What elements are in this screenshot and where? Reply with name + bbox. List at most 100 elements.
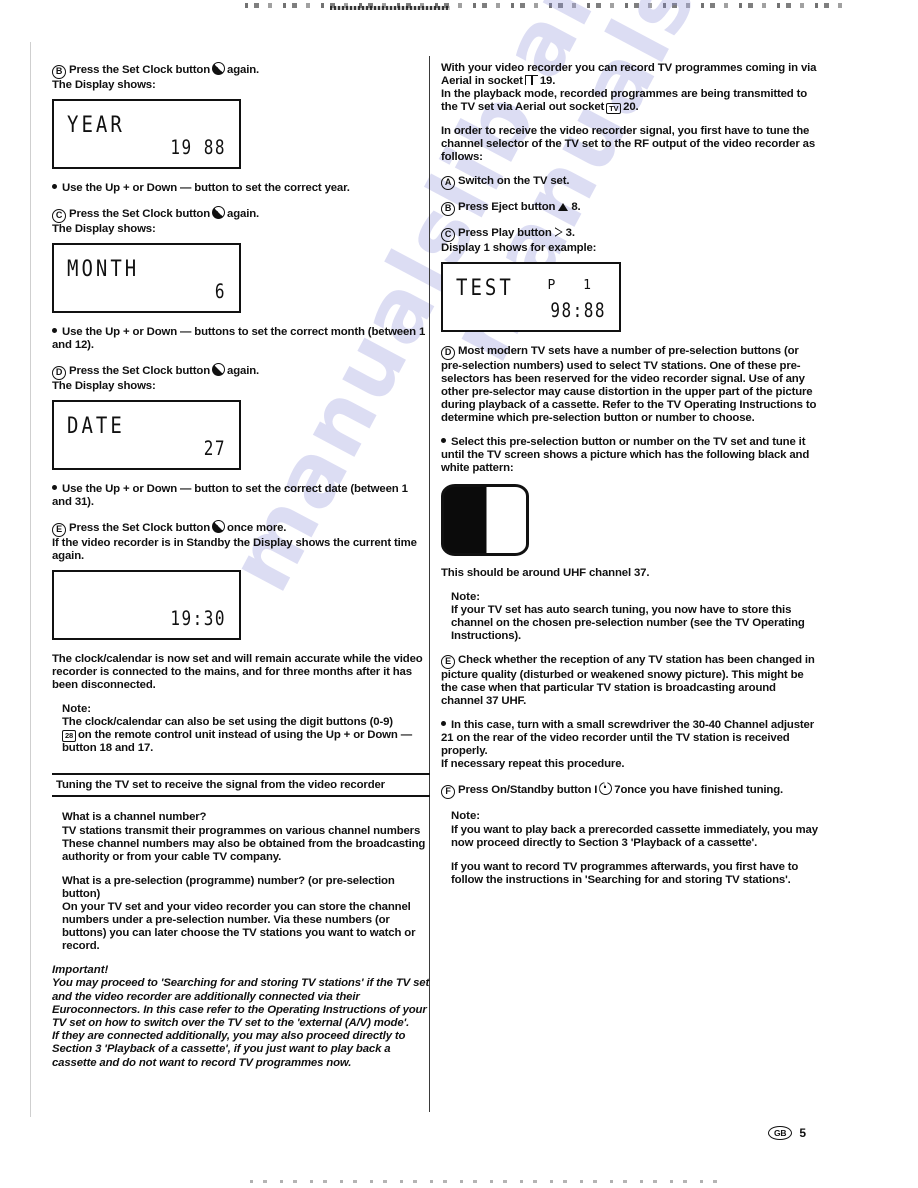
note-digit-buttons: Note: The clock/calendar can also be set… <box>62 703 430 755</box>
step-d-instruction: D Press the Set Clock button again. The Di… <box>52 363 430 393</box>
important-para-2: If they are connected additionally, you … <box>52 1030 406 1069</box>
bullet-icon <box>52 184 57 189</box>
preselection-title-bold: What is a pre-selection (programme) numb… <box>62 874 305 887</box>
set-clock-button-icon <box>212 520 226 533</box>
display-example-post: shows for example: <box>492 242 597 254</box>
section-heading-tuning: Tuning the TV set to receive the signal … <box>52 773 430 798</box>
tv-test-pattern-graphic <box>441 484 529 556</box>
step-e-text: Check whether the reception of any TV st… <box>441 654 815 708</box>
step-letter-b: B <box>52 65 66 79</box>
step-a-text: Switch on the TV set. <box>458 175 570 187</box>
bullet-icon <box>52 328 57 333</box>
important-title: Important! <box>52 964 109 977</box>
important-para-1: You may proceed to 'Searching for and st… <box>52 977 430 1030</box>
bullet-set-month-text: Use the Up + or Down — buttons to set th… <box>52 326 426 351</box>
set-clock-button-icon <box>212 62 226 75</box>
bullet-select-preselection: Select this pre-selection button or numb… <box>441 436 819 475</box>
lcd-display-month: MONTH 6 <box>52 243 241 313</box>
aerial-in-period: . <box>552 75 556 87</box>
lcd-date-label: DATE <box>67 413 125 439</box>
note-title: Note: <box>451 591 481 603</box>
step-b-text-pre: Press Eject button <box>458 201 556 213</box>
right-step-c: C Press Play button 3. Display 1 shows for… <box>441 227 819 255</box>
screwdriver-text-post: on the rear of the video recorder until … <box>441 732 790 758</box>
note-title: Note: <box>451 810 481 823</box>
note-playback-para-1: If you want to play back a prerecorded c… <box>451 823 818 849</box>
step-letter-b: B <box>441 202 455 216</box>
margin-rule-left <box>30 42 31 1117</box>
step-letter-c: C <box>52 209 66 223</box>
right-step-f: F Press On/Standby button I 7once you have… <box>441 782 819 800</box>
aerial-socket-icon <box>524 75 538 85</box>
note-body: The clock/calendar can also be set using… <box>62 716 430 755</box>
note-title: Note: <box>62 703 92 715</box>
page-number: 5 <box>799 1125 806 1140</box>
step-f-text-pre: Press On/Standby button I <box>458 784 598 797</box>
power-standby-icon <box>599 782 613 796</box>
button-number-17: 17 <box>137 742 151 755</box>
step-c-text-pre: Press the Set Clock button <box>69 208 211 220</box>
step-d-text-post: again. <box>227 365 260 377</box>
bullet-set-date-text: Use the Up + or Down — button to set the… <box>52 483 408 508</box>
step-e-text-post: once more. <box>227 522 287 534</box>
note-playback: Note: If you want to play back a prereco… <box>451 810 819 886</box>
page-footer: GB 5 <box>767 1125 806 1140</box>
channel-adjuster-number: 21 <box>441 732 454 745</box>
lcd-time-value: 19:30 <box>170 606 226 630</box>
step-b-text-post: again. <box>227 64 260 76</box>
note-playback-para-2: If you want to record TV programmes afte… <box>451 860 799 886</box>
step-d-text-pre: Press the Set Clock button <box>69 365 211 377</box>
subsection-title: What is a channel number? <box>62 811 207 824</box>
subsection-channel-number: What is a channel number? TV stations tr… <box>62 811 430 953</box>
note-body: If your TV set has auto search tuning, y… <box>451 604 805 643</box>
scanned-manual-page: manualslib archive manualslib archive BP… <box>0 0 918 1188</box>
right-step-b: B Press Eject button 8. <box>441 201 819 216</box>
aerial-out-period: . <box>635 101 639 113</box>
bullet-icon <box>441 438 446 443</box>
bullet-set-year: Use the Up + or Down — button to set the… <box>52 182 430 195</box>
step-d-display-line: The Display shows: <box>52 380 156 392</box>
step-letter-a: A <box>441 176 455 190</box>
aerial-out-number: 20 <box>623 101 636 113</box>
step-f-text-post: once you have finished tuning. <box>620 784 784 797</box>
step-letter-e: E <box>52 523 66 537</box>
lcd-display-time: 19:30 <box>52 570 241 640</box>
step-b-display-line: The Display shows: <box>52 79 156 91</box>
scan-artifact-top-dense <box>330 6 450 10</box>
right-step-d: D Most modern TV sets have a number of pr… <box>441 345 819 425</box>
lcd-test-value: 98:88 <box>550 298 606 322</box>
subsection-body: TV stations transmit their programmes on… <box>62 824 426 863</box>
note-line1: The clock/calendar can also be set using… <box>62 716 393 729</box>
screwdriver-text-pre: In this case, turn with a small screwdri… <box>451 719 814 732</box>
step-c-text-post: . <box>571 227 575 239</box>
repeat-procedure-line: If necessary repeat this procedure. <box>441 758 625 771</box>
set-clock-button-icon <box>212 363 226 376</box>
step-b-text-post: . <box>577 201 581 213</box>
clock-accuracy-paragraph: The clock/calendar is now set and will r… <box>52 653 423 691</box>
bullet-icon <box>441 721 446 727</box>
step-letter-f: F <box>441 785 455 800</box>
eject-button-icon <box>558 203 569 211</box>
step-letter-d: D <box>52 366 66 380</box>
remote-button-28-icon: 28 <box>62 730 76 743</box>
step-e-instruction: E Press the Set Clock button once more. If… <box>52 520 430 563</box>
note-auto-search: Note: If your TV set has auto search tun… <box>451 591 819 643</box>
lcd-display-year: YEAR 19 88 <box>52 99 241 169</box>
bullet-icon <box>52 485 57 490</box>
preselection-body: On your TV set and your video recorder y… <box>62 901 416 953</box>
set-clock-button-icon <box>212 206 226 219</box>
step-c-text-pre: Press Play button <box>458 227 552 239</box>
lcd-year-value: 19 88 <box>170 135 226 159</box>
step-c-display-line: The Display shows: <box>52 223 156 235</box>
note-conjunction: and <box>114 742 135 755</box>
step-e-text-pre: Press the Set Clock button <box>69 522 211 534</box>
note-period: . <box>150 742 154 755</box>
tv-socket-icon: TV <box>606 103 622 114</box>
lcd-test-label: TEST <box>456 275 514 301</box>
bullet-select-text: Select this pre-selection button or numb… <box>441 436 810 474</box>
bullet-set-month: Use the Up + or Down — buttons to set th… <box>52 326 430 352</box>
tune-intro-paragraph: In order to receive the video recorder s… <box>441 125 816 163</box>
display-number: 1 <box>483 242 490 254</box>
lcd-display-test: TEST P 1 98:88 <box>441 262 621 332</box>
lcd-test-preselect: P 1 <box>547 278 601 293</box>
